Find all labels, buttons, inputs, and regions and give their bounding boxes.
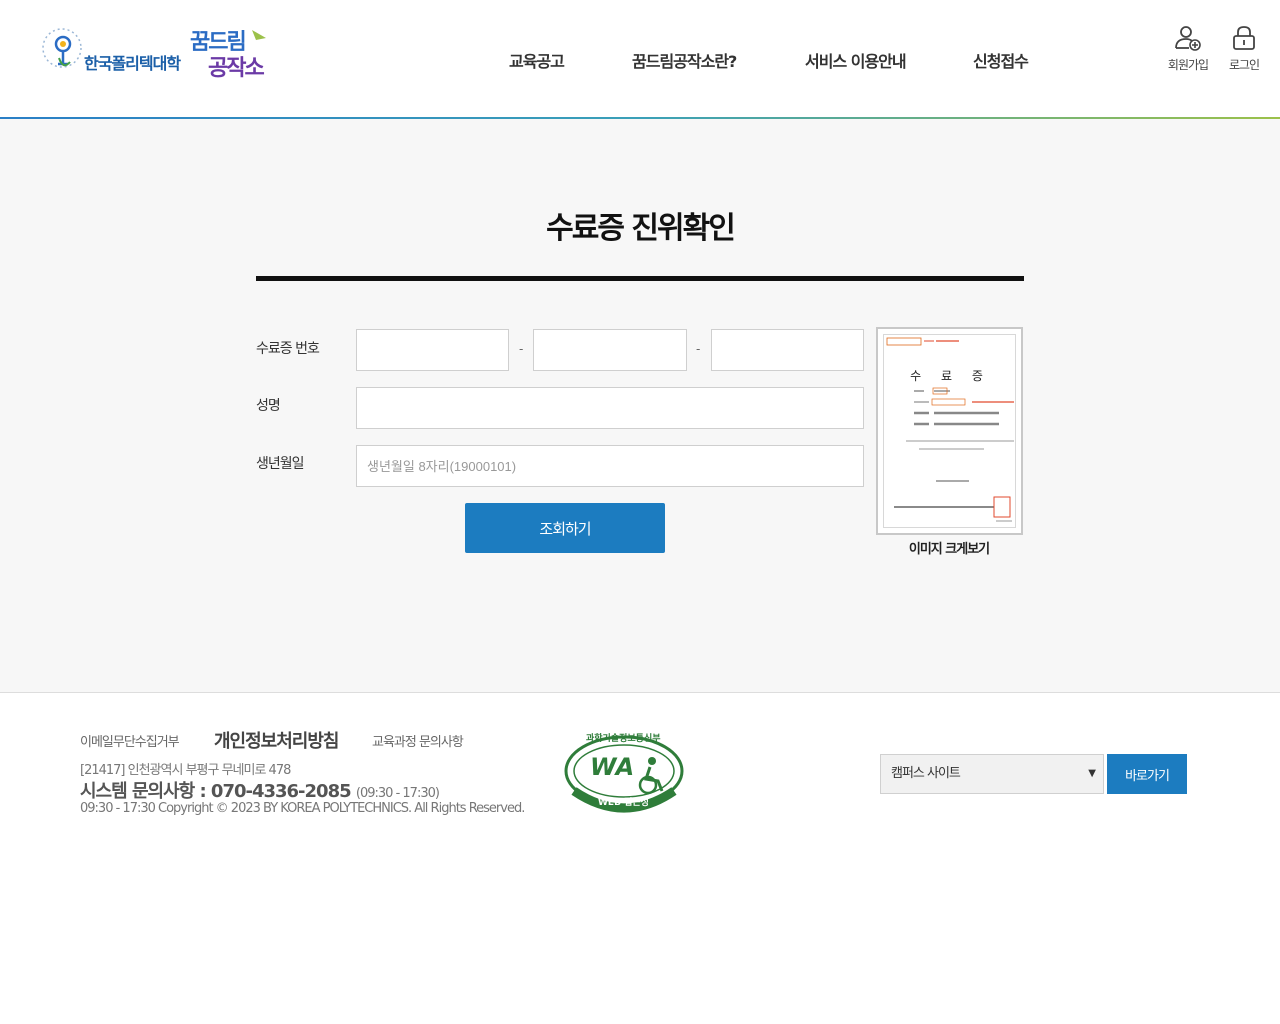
wa-top-text: 과학기술정보통신부 xyxy=(586,734,661,744)
cert-number-label: 수료증 번호 xyxy=(256,341,320,357)
system-contact-phone: 시스템 문의사항 : 070-4336-2085 xyxy=(80,781,352,802)
name-label: 성명 xyxy=(256,398,281,414)
go-button[interactable]: 바로가기 xyxy=(1107,754,1187,794)
system-contact: 시스템 문의사항 : 070-4336-2085 (09:30 - 17:30) xyxy=(80,777,440,803)
certificate-title: 수 료 증 xyxy=(910,369,991,383)
cert-number-input-1[interactable] xyxy=(356,329,509,371)
lookup-button[interactable]: 조회하기 xyxy=(465,503,665,553)
address-text: [21417] 인천광역시 부평구 무네미로 478 xyxy=(80,763,291,778)
title-divider xyxy=(256,276,1024,281)
birth-input[interactable] xyxy=(356,445,864,487)
nav-item-application[interactable]: 신청접수 xyxy=(973,48,1029,72)
login-label: 로그인 xyxy=(1228,58,1260,72)
name-input[interactable] xyxy=(356,387,864,429)
lock-icon xyxy=(1233,26,1255,50)
site-header: 한국폴리텍대학 꿈드림 공작소 교육공고 꿈드림공작소란? 서비스 이용안내 신… xyxy=(0,0,1280,120)
certificate-preview[interactable]: 수 료 증 xyxy=(876,327,1023,535)
page-title: 수료증 진위확인 xyxy=(546,211,736,246)
system-contact-hours: (09:30 - 17:30) xyxy=(355,786,440,801)
chevron-down-icon: ▼ xyxy=(1088,768,1096,779)
cert-number-input-2[interactable] xyxy=(533,329,687,371)
web-accessibility-mark: 과학기술정보통신부 WA WEB 접근성 xyxy=(560,733,690,823)
site-footer: 이메일무단수집거부 개인정보처리방침 교육과정 문의사항 [21417] 인천광… xyxy=(0,692,1280,1024)
nav-item-edu-notice[interactable]: 교육공고 xyxy=(509,48,565,72)
email-policy-link[interactable]: 이메일무단수집거부 xyxy=(80,731,180,750)
birth-label: 생년월일 xyxy=(256,456,305,472)
enlarge-image-link[interactable]: 이미지 크게보기 xyxy=(866,538,1032,557)
main-content: 수료증 진위확인 수료증 번호 - - 성명 생년월일 조회하기 xyxy=(0,119,1280,692)
wa-center-text: WA xyxy=(590,753,635,781)
copyright-text: 09:30 - 17:30 Copyright © 2023 BY KOREA … xyxy=(80,801,525,816)
nav-item-service-guide[interactable]: 서비스 이용안내 xyxy=(805,48,907,72)
nav-item-about[interactable]: 꿈드림공작소란? xyxy=(632,48,737,72)
main-nav: 교육공고 꿈드림공작소란? 서비스 이용안내 신청접수 xyxy=(0,48,1280,74)
signup-button[interactable]: 회원가입 xyxy=(1158,24,1218,73)
dash-separator: - xyxy=(696,342,701,356)
login-button[interactable]: 로그인 xyxy=(1214,24,1274,73)
cert-number-input-3[interactable] xyxy=(711,329,864,371)
campus-select-value: 캠퍼스 사이트 xyxy=(891,766,961,781)
course-inquiry-link[interactable]: 교육과정 문의사항 xyxy=(372,731,464,750)
wa-bottom-text: WEB 접근성 xyxy=(598,798,649,808)
signup-label: 회원가입 xyxy=(1167,58,1209,72)
certificate-mock-icon xyxy=(886,337,1014,522)
privacy-policy-link[interactable]: 개인정보처리방침 xyxy=(214,727,339,753)
user-add-icon xyxy=(1175,26,1201,51)
dash-separator: - xyxy=(519,342,524,356)
certificate-document: 수 료 증 xyxy=(883,334,1016,528)
campus-site-select[interactable]: 캠퍼스 사이트 ▼ xyxy=(880,754,1104,794)
